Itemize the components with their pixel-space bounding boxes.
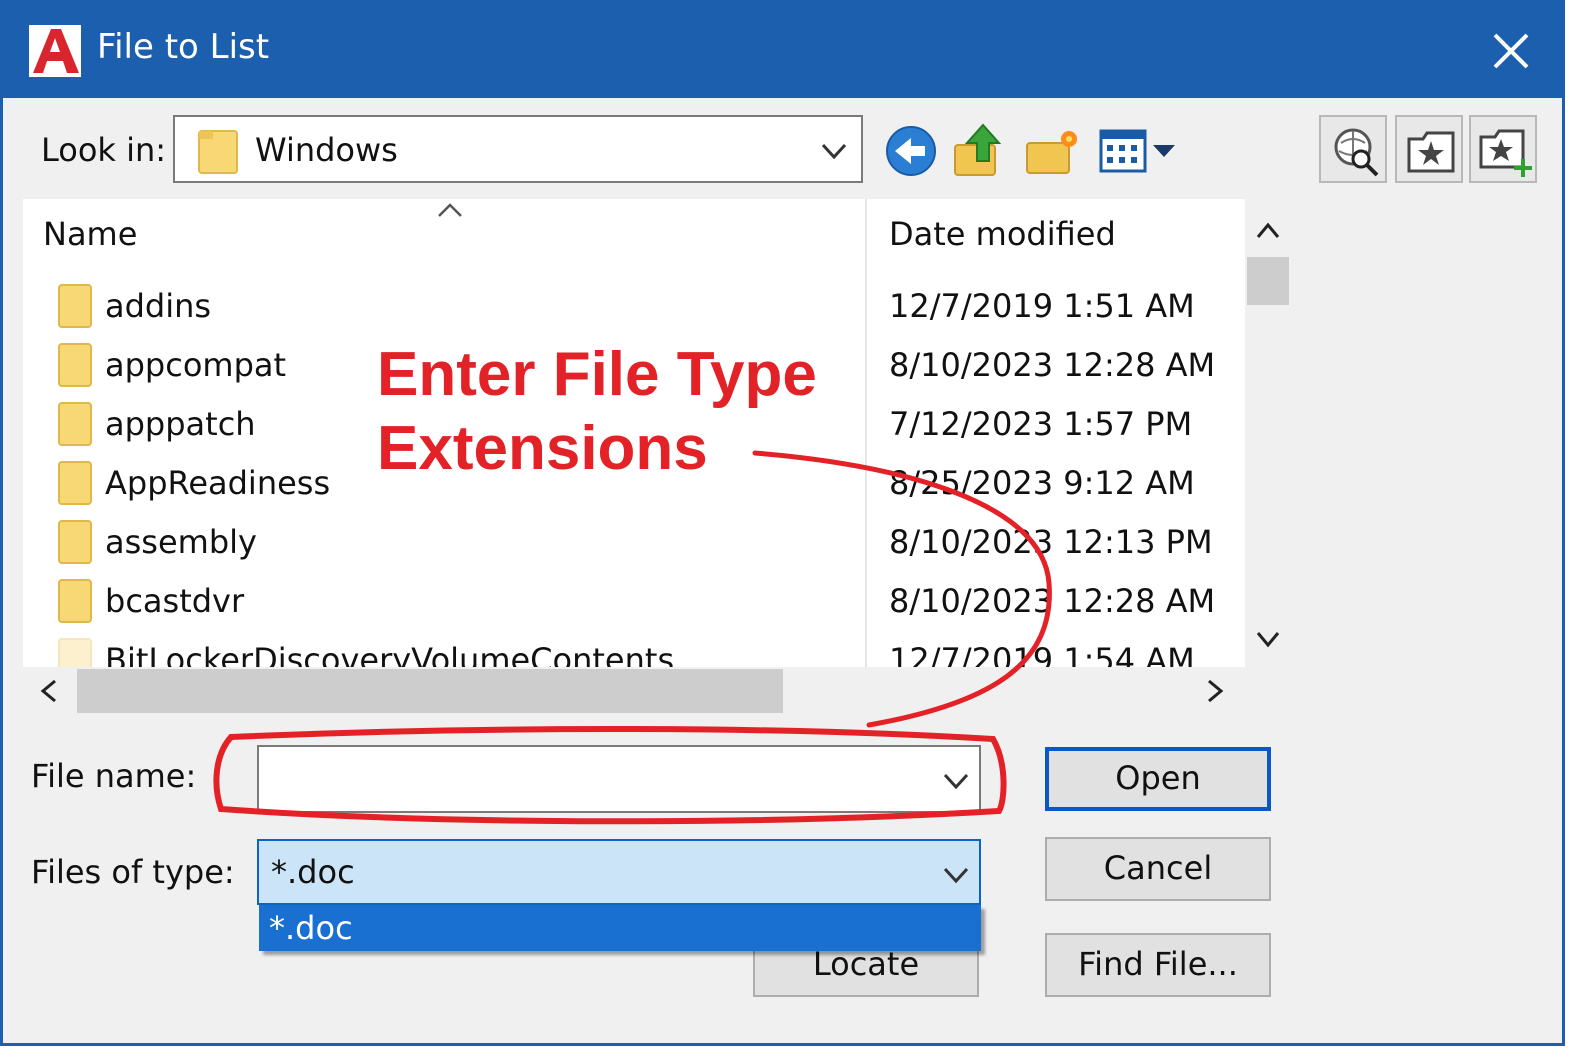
- annotation-text-line2: Extensions: [377, 414, 708, 483]
- annotation-callout: [213, 450, 1052, 825]
- file-to-list-dialog: File to List Look in: Windows Name Date …: [0, 0, 1565, 1046]
- annotation-text-line1: Enter File Type: [377, 340, 817, 409]
